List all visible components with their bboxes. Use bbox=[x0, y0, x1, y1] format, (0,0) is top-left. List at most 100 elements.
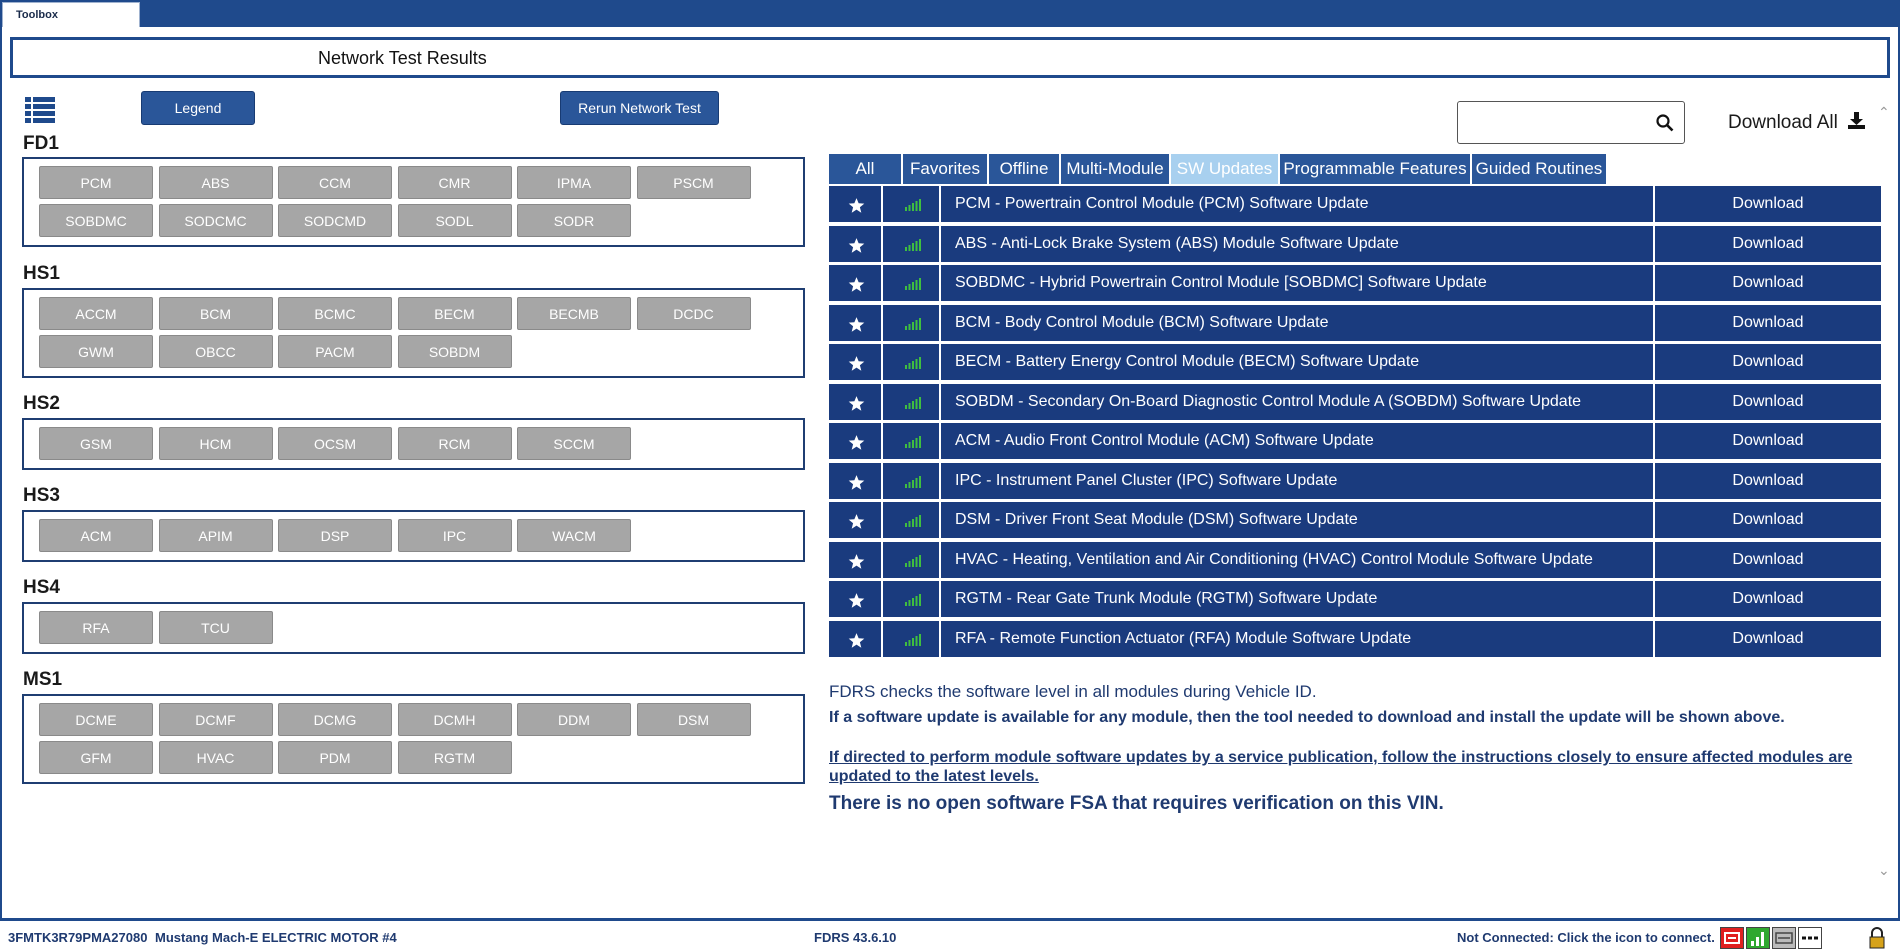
module-button-sccm[interactable]: SCCM bbox=[517, 427, 631, 460]
tab-all[interactable]: All bbox=[829, 154, 903, 184]
download-button[interactable]: Download bbox=[1655, 590, 1881, 608]
module-button-sodcmc[interactable]: SODCMC bbox=[158, 204, 273, 237]
lock-icon[interactable] bbox=[1866, 927, 1890, 949]
legend-button[interactable]: Legend bbox=[141, 91, 255, 125]
signal-strength-icon[interactable] bbox=[1746, 927, 1770, 949]
download-button[interactable]: Download bbox=[1655, 195, 1881, 213]
tab-programmable-features[interactable]: Programmable Features bbox=[1280, 154, 1472, 184]
module-button-ipma[interactable]: IPMA bbox=[517, 166, 631, 199]
favorite-cell[interactable] bbox=[829, 541, 883, 580]
download-button[interactable]: Download bbox=[1655, 511, 1881, 529]
update-row[interactable]: DSM - Driver Front Seat Module (DSM) Sof… bbox=[829, 502, 1881, 540]
download-button[interactable]: Download bbox=[1655, 274, 1881, 292]
module-button-tcu[interactable]: TCU bbox=[158, 611, 273, 644]
module-button-cmr[interactable]: CMR bbox=[397, 166, 512, 199]
module-button-bcmc[interactable]: BCMC bbox=[278, 297, 392, 330]
favorite-cell[interactable] bbox=[829, 581, 883, 619]
scroll-down-arrow[interactable]: ⌄ bbox=[1878, 862, 1890, 879]
module-button-pacm[interactable]: PACM bbox=[278, 335, 392, 368]
update-row[interactable]: BCM - Body Control Module (BCM) Software… bbox=[829, 304, 1881, 343]
module-button-abs[interactable]: ABS bbox=[158, 166, 273, 199]
favorite-cell[interactable] bbox=[829, 502, 883, 540]
module-button-hvac[interactable]: HVAC bbox=[158, 741, 273, 774]
module-button-gfm[interactable]: GFM bbox=[39, 741, 153, 774]
module-button-becm[interactable]: BECM bbox=[397, 297, 512, 330]
tab-favorites[interactable]: Favorites bbox=[903, 154, 989, 184]
list-view-icon[interactable] bbox=[25, 97, 55, 123]
module-button-sodcmd[interactable]: SODCMD bbox=[278, 204, 392, 237]
favorite-star-icon[interactable] bbox=[848, 355, 865, 372]
update-row[interactable]: BECM - Battery Energy Control Module (BE… bbox=[829, 344, 1881, 382]
favorite-cell[interactable] bbox=[829, 304, 883, 343]
module-button-ccm[interactable]: CCM bbox=[278, 166, 392, 199]
favorite-cell[interactable] bbox=[829, 383, 883, 422]
module-button-pdm[interactable]: PDM bbox=[278, 741, 392, 774]
module-button-rgtm[interactable]: RGTM bbox=[397, 741, 512, 774]
download-button[interactable]: Download bbox=[1655, 432, 1881, 450]
module-button-gwm[interactable]: GWM bbox=[39, 335, 153, 368]
favorite-star-icon[interactable] bbox=[848, 434, 865, 451]
favorite-star-icon[interactable] bbox=[848, 316, 865, 333]
module-button-acm[interactable]: ACM bbox=[39, 519, 153, 552]
update-row[interactable]: SOBDMC - Hybrid Powertrain Control Modul… bbox=[829, 265, 1881, 303]
module-button-dsp[interactable]: DSP bbox=[278, 519, 392, 552]
update-row[interactable]: ACM - Audio Front Control Module (ACM) S… bbox=[829, 423, 1881, 461]
update-row[interactable]: SOBDM - Secondary On-Board Diagnostic Co… bbox=[829, 383, 1881, 422]
update-row[interactable]: RFA - Remote Function Actuator (RFA) Mod… bbox=[829, 620, 1881, 659]
network-card-icon[interactable] bbox=[1772, 927, 1796, 949]
favorite-cell[interactable] bbox=[829, 225, 883, 264]
module-button-dcmf[interactable]: DCMF bbox=[158, 703, 273, 736]
favorite-star-icon[interactable] bbox=[848, 237, 865, 254]
module-button-dsm[interactable]: DSM bbox=[636, 703, 751, 736]
favorite-cell[interactable] bbox=[829, 186, 883, 224]
module-button-becmb[interactable]: BECMB bbox=[517, 297, 631, 330]
module-button-hcm[interactable]: HCM bbox=[158, 427, 273, 460]
download-button[interactable]: Download bbox=[1655, 314, 1881, 332]
favorite-star-icon[interactable] bbox=[848, 592, 865, 609]
favorite-cell[interactable] bbox=[829, 620, 883, 659]
favorite-star-icon[interactable] bbox=[848, 632, 865, 649]
module-button-dcme[interactable]: DCME bbox=[39, 703, 153, 736]
download-button[interactable]: Download bbox=[1655, 235, 1881, 253]
module-button-rcm[interactable]: RCM bbox=[397, 427, 512, 460]
module-button-gsm[interactable]: GSM bbox=[39, 427, 153, 460]
favorite-star-icon[interactable] bbox=[848, 474, 865, 491]
module-button-dcmg[interactable]: DCMG bbox=[278, 703, 392, 736]
favorite-star-icon[interactable] bbox=[848, 197, 865, 214]
update-row[interactable]: HVAC - Heating, Ventilation and Air Cond… bbox=[829, 541, 1881, 580]
info-service-publication-link[interactable]: If directed to perform module software u… bbox=[829, 748, 1869, 786]
download-button[interactable]: Download bbox=[1655, 551, 1881, 569]
update-row[interactable]: PCM - Powertrain Control Module (PCM) So… bbox=[829, 186, 1881, 224]
module-button-bcm[interactable]: BCM bbox=[158, 297, 273, 330]
favorite-cell[interactable] bbox=[829, 423, 883, 461]
tab-guided-routines[interactable]: Guided Routines bbox=[1472, 154, 1608, 184]
search-input[interactable] bbox=[1457, 101, 1685, 144]
module-button-obcc[interactable]: OBCC bbox=[158, 335, 273, 368]
update-row[interactable]: ABS - Anti-Lock Brake System (ABS) Modul… bbox=[829, 225, 1881, 264]
module-button-ddm[interactable]: DDM bbox=[517, 703, 631, 736]
module-button-accm[interactable]: ACCM bbox=[39, 297, 153, 330]
favorite-cell[interactable] bbox=[829, 265, 883, 303]
tab-sw-updates[interactable]: SW Updates bbox=[1171, 154, 1280, 184]
favorite-star-icon[interactable] bbox=[848, 553, 865, 570]
vci-connect-icon[interactable] bbox=[1720, 927, 1744, 949]
search-icon[interactable] bbox=[1656, 114, 1674, 132]
rerun-network-test-button[interactable]: Rerun Network Test bbox=[560, 91, 719, 125]
update-row[interactable]: RGTM - Rear Gate Trunk Module (RGTM) Sof… bbox=[829, 581, 1881, 619]
module-button-ocsm[interactable]: OCSM bbox=[278, 427, 392, 460]
dash-indicator-icon[interactable] bbox=[1798, 927, 1822, 949]
module-button-sobdmc[interactable]: SOBDMC bbox=[39, 204, 153, 237]
download-button[interactable]: Download bbox=[1655, 353, 1881, 371]
module-button-sodl[interactable]: SODL bbox=[397, 204, 512, 237]
module-button-pscm[interactable]: PSCM bbox=[636, 166, 751, 199]
scroll-up-arrow[interactable]: ⌃ bbox=[1878, 104, 1890, 121]
download-all-button[interactable]: Download All bbox=[1728, 111, 1866, 134]
favorite-star-icon[interactable] bbox=[848, 276, 865, 293]
module-button-sobdm[interactable]: SOBDM bbox=[397, 335, 512, 368]
module-button-ipc[interactable]: IPC bbox=[397, 519, 512, 552]
tab-offline[interactable]: Offline bbox=[989, 154, 1061, 184]
favorite-star-icon[interactable] bbox=[848, 395, 865, 412]
favorite-cell[interactable] bbox=[829, 344, 883, 382]
module-button-dcdc[interactable]: DCDC bbox=[636, 297, 751, 330]
favorite-cell[interactable] bbox=[829, 462, 883, 501]
